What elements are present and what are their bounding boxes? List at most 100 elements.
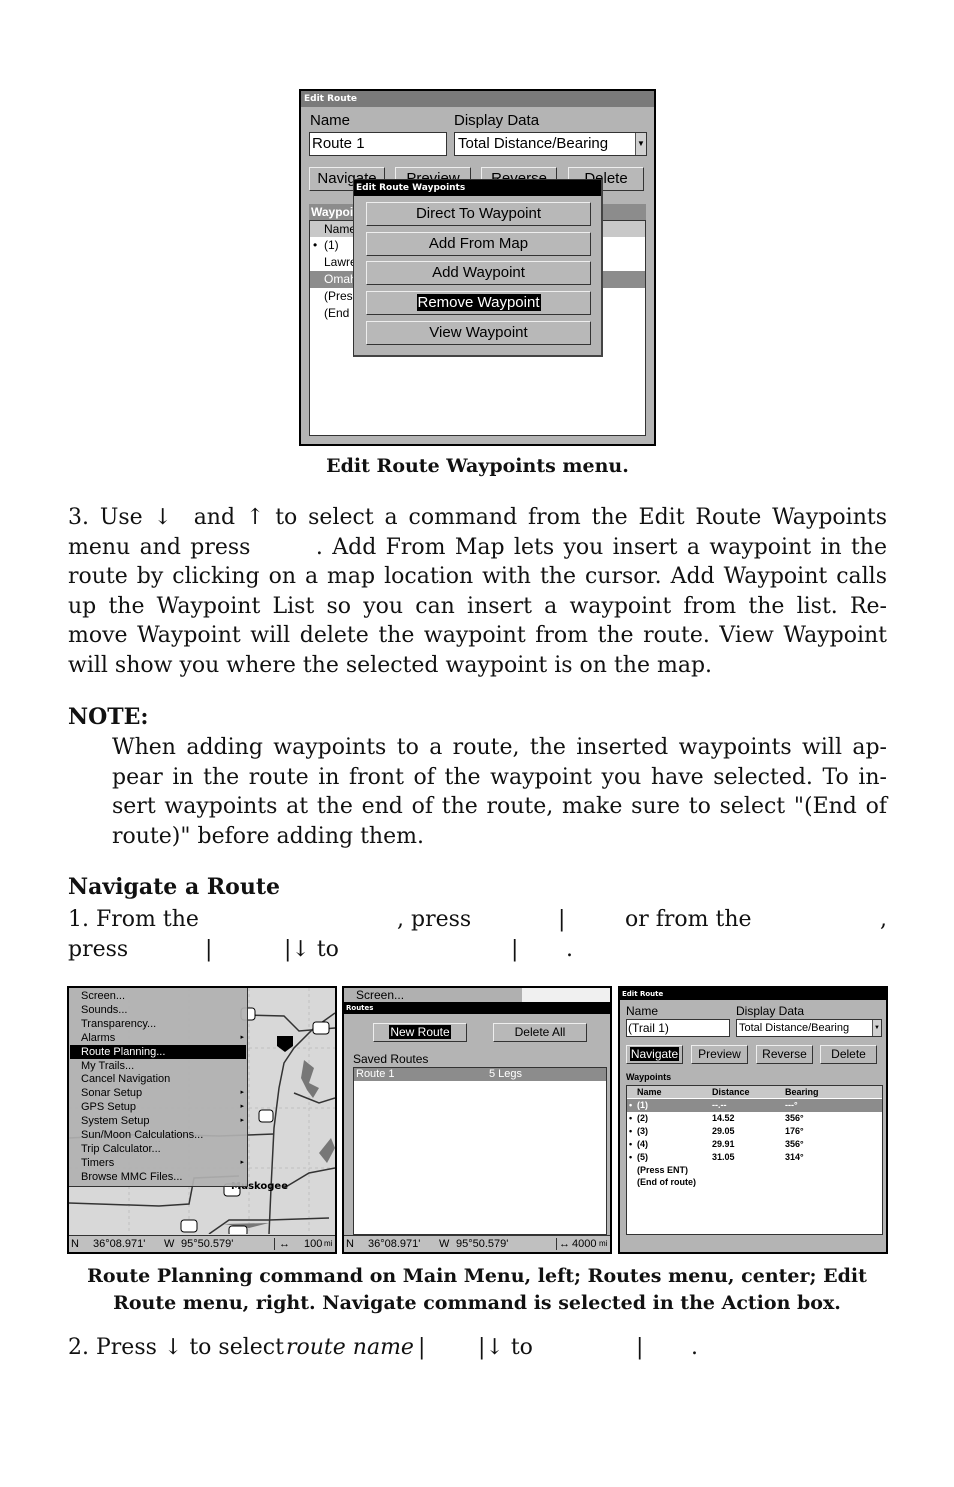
step2-route-name: route name	[286, 1335, 414, 1360]
waypoint-row[interactable]: (End of route)	[627, 1176, 882, 1189]
display-data-select[interactable]: Total Distance/Bearing ▼	[454, 132, 647, 156]
scale-arrow-icon: ↔	[559, 1238, 570, 1250]
route-legs: 5 Legs	[489, 1068, 523, 1080]
popup-menu-item[interactable]: Add From Map	[366, 231, 591, 256]
step2-text: |↓ to	[478, 1335, 533, 1360]
main-menu-item[interactable]: Timers ▸	[70, 1156, 246, 1170]
waypoint-row[interactable]: • (4) 29.91 356°	[627, 1138, 882, 1151]
waypoint-distance: 31.05	[712, 1151, 735, 1162]
popup-menu-item[interactable]: View Waypoint	[366, 320, 591, 345]
display-data-label: Display Data	[454, 112, 540, 129]
saved-route-row[interactable]: Route 1 5 Legs	[354, 1068, 606, 1081]
lon-prefix: W	[164, 1238, 175, 1250]
caption-line: Route Planning command on Main Menu, lef…	[87, 1265, 867, 1287]
scale-divider	[556, 1238, 557, 1250]
caption-line: Route menu, right. Navigate command is s…	[113, 1292, 841, 1314]
saved-routes-label: Saved Routes	[353, 1052, 429, 1066]
route-name-input[interactable]: Route 1	[309, 132, 447, 156]
main-menu-item[interactable]: Transparency...	[70, 1017, 246, 1031]
new-route-label: New Route	[389, 1025, 451, 1039]
display-data-select[interactable]: Total Distance/Bearing ▼	[736, 1019, 882, 1037]
waypoint-name: (3)	[637, 1125, 648, 1136]
route-name-input[interactable]: (Trail 1)	[626, 1019, 730, 1037]
longitude-readout: 95°50.579'	[456, 1238, 509, 1250]
popup-menu-item-label: Direct To Waypoint	[415, 205, 542, 222]
longitude-readout: 95°50.579'	[181, 1238, 234, 1250]
step2-line: 2. Press ↓ to select route name | |↓ to …	[68, 1333, 887, 1363]
waypoint-distance: 29.05	[712, 1125, 735, 1136]
edit-route-waypoints-popup: Edit Route Waypoints Direct To Waypoint A…	[353, 179, 603, 357]
waypoint-list-header: Name Distance Bearing	[627, 1086, 882, 1098]
main-menu-item[interactable]: Sounds...	[70, 1003, 246, 1017]
waypoint-row[interactable]: • (5) 31.05 314°	[627, 1151, 882, 1164]
main-menu-screen: Muskogee Screen... Sounds... Transparency.…	[67, 986, 337, 1254]
step1-text: |	[558, 907, 566, 932]
main-menu-item-label: Sun/Moon Calculations...	[81, 1129, 204, 1141]
reverse-button[interactable]: Reverse	[756, 1045, 813, 1064]
waypoint-name: (2)	[637, 1112, 648, 1123]
row-bullet: •	[313, 238, 318, 252]
main-menu: Screen... Sounds... Transparency... Alarms ▸…	[69, 988, 248, 1187]
main-menu-item[interactable]: Route Planning...	[70, 1044, 246, 1059]
main-menu-item-label: Sounds...	[81, 1003, 128, 1016]
text-line: up the Waypoint List so you can insert a…	[68, 593, 887, 619]
main-menu-item[interactable]: System Setup ▸	[70, 1114, 246, 1128]
main-menu-item[interactable]: Trip Calculator...	[70, 1142, 246, 1156]
step1-text: .	[566, 937, 573, 962]
waypoints-label: Waypoints	[626, 1072, 672, 1082]
delete-button[interactable]: Delete	[820, 1045, 877, 1064]
main-menu-item[interactable]: Browse MMC Files...	[70, 1170, 246, 1184]
scale-value: 4000	[572, 1238, 597, 1250]
figure2-caption: Route Planning command on Main Menu, lef…	[60, 1263, 894, 1317]
step1-line2: press | |↓ to | .	[68, 935, 887, 965]
chevron-down-icon[interactable]: ▼	[872, 1020, 881, 1036]
main-menu-item[interactable]: Sun/Moon Calculations...	[70, 1128, 246, 1142]
row-bullet: •	[629, 1138, 633, 1149]
scale-divider	[274, 1238, 275, 1250]
navigate-label: Navigate	[629, 1047, 680, 1061]
waypoint-row[interactable]: • (1) --.-- ---°	[627, 1099, 882, 1112]
preview-button[interactable]: Preview	[691, 1045, 748, 1064]
chevron-down-icon[interactable]: ▼	[635, 133, 646, 155]
waypoint-distance: 14.52	[712, 1112, 735, 1123]
navigate-button[interactable]: Navigate	[626, 1045, 683, 1064]
main-menu-item[interactable]: My Trails...	[70, 1059, 246, 1073]
waypoint-row[interactable]: • (3) 29.05 176°	[627, 1125, 882, 1138]
submenu-arrow-icon: ▸	[240, 1033, 244, 1041]
latitude-readout: 36°08.971'	[368, 1238, 421, 1250]
scale-unit: mi	[324, 1239, 333, 1248]
main-menu-item[interactable]: Sonar Setup ▸	[70, 1086, 246, 1100]
main-menu-item-label: GPS Setup	[81, 1101, 137, 1114]
figure1-caption: Edit Route Waypoints menu.	[326, 455, 629, 477]
text-line: will show you where the selected waypoin…	[68, 652, 713, 678]
submenu-arrow-icon: ▸	[240, 1117, 244, 1125]
delete-all-button[interactable]: Delete All	[493, 1023, 587, 1042]
waypoint-row[interactable]: • (2) 14.52 356°	[627, 1112, 882, 1125]
popup-title-bar: Edit Route Waypoints	[354, 180, 601, 196]
waypoint-bearing: 176°	[785, 1125, 804, 1136]
main-menu-item[interactable]: GPS Setup ▸	[70, 1100, 246, 1114]
routes-screen: Screen... Routes New Route Delete All Sa…	[342, 986, 612, 1254]
new-route-button[interactable]: New Route	[373, 1023, 467, 1042]
main-menu-item-label: System Setup	[81, 1115, 150, 1128]
text-line: route by clicking on a map location with…	[68, 564, 887, 589]
lon-prefix: W	[439, 1238, 450, 1250]
scale-arrow-icon: ↔	[279, 1238, 290, 1250]
row-bullet: •	[629, 1112, 633, 1123]
main-menu-item[interactable]: Screen...	[70, 989, 246, 1003]
text-line: sert waypoints at the end of the route, …	[112, 794, 887, 819]
edit-route-screen: Edit Route Name Display Data Route 1 Tot…	[299, 89, 656, 446]
saved-routes-list: Route 1 5 Legs	[353, 1067, 607, 1235]
step1-line1: 1. From the , press | or from the ,	[68, 905, 887, 935]
waypoint-name: (End of route)	[637, 1177, 696, 1188]
text-line: route)" before adding them.	[112, 823, 424, 849]
popup-menu-item[interactable]: Direct To Waypoint	[366, 202, 591, 226]
main-menu-item[interactable]: Alarms ▸	[70, 1031, 246, 1045]
step1-text: ,	[880, 907, 887, 932]
main-menu-item-label: Trip Calculator...	[81, 1142, 161, 1155]
main-menu-item[interactable]: Cancel Navigation	[70, 1072, 246, 1086]
popup-menu-item[interactable]: Add Waypoint	[366, 261, 591, 286]
popup-menu-item[interactable]: Remove Waypoint	[366, 291, 591, 316]
waypoint-row[interactable]: (Press ENT)	[627, 1164, 882, 1177]
display-data-value: Total Distance/Bearing	[739, 1022, 850, 1034]
